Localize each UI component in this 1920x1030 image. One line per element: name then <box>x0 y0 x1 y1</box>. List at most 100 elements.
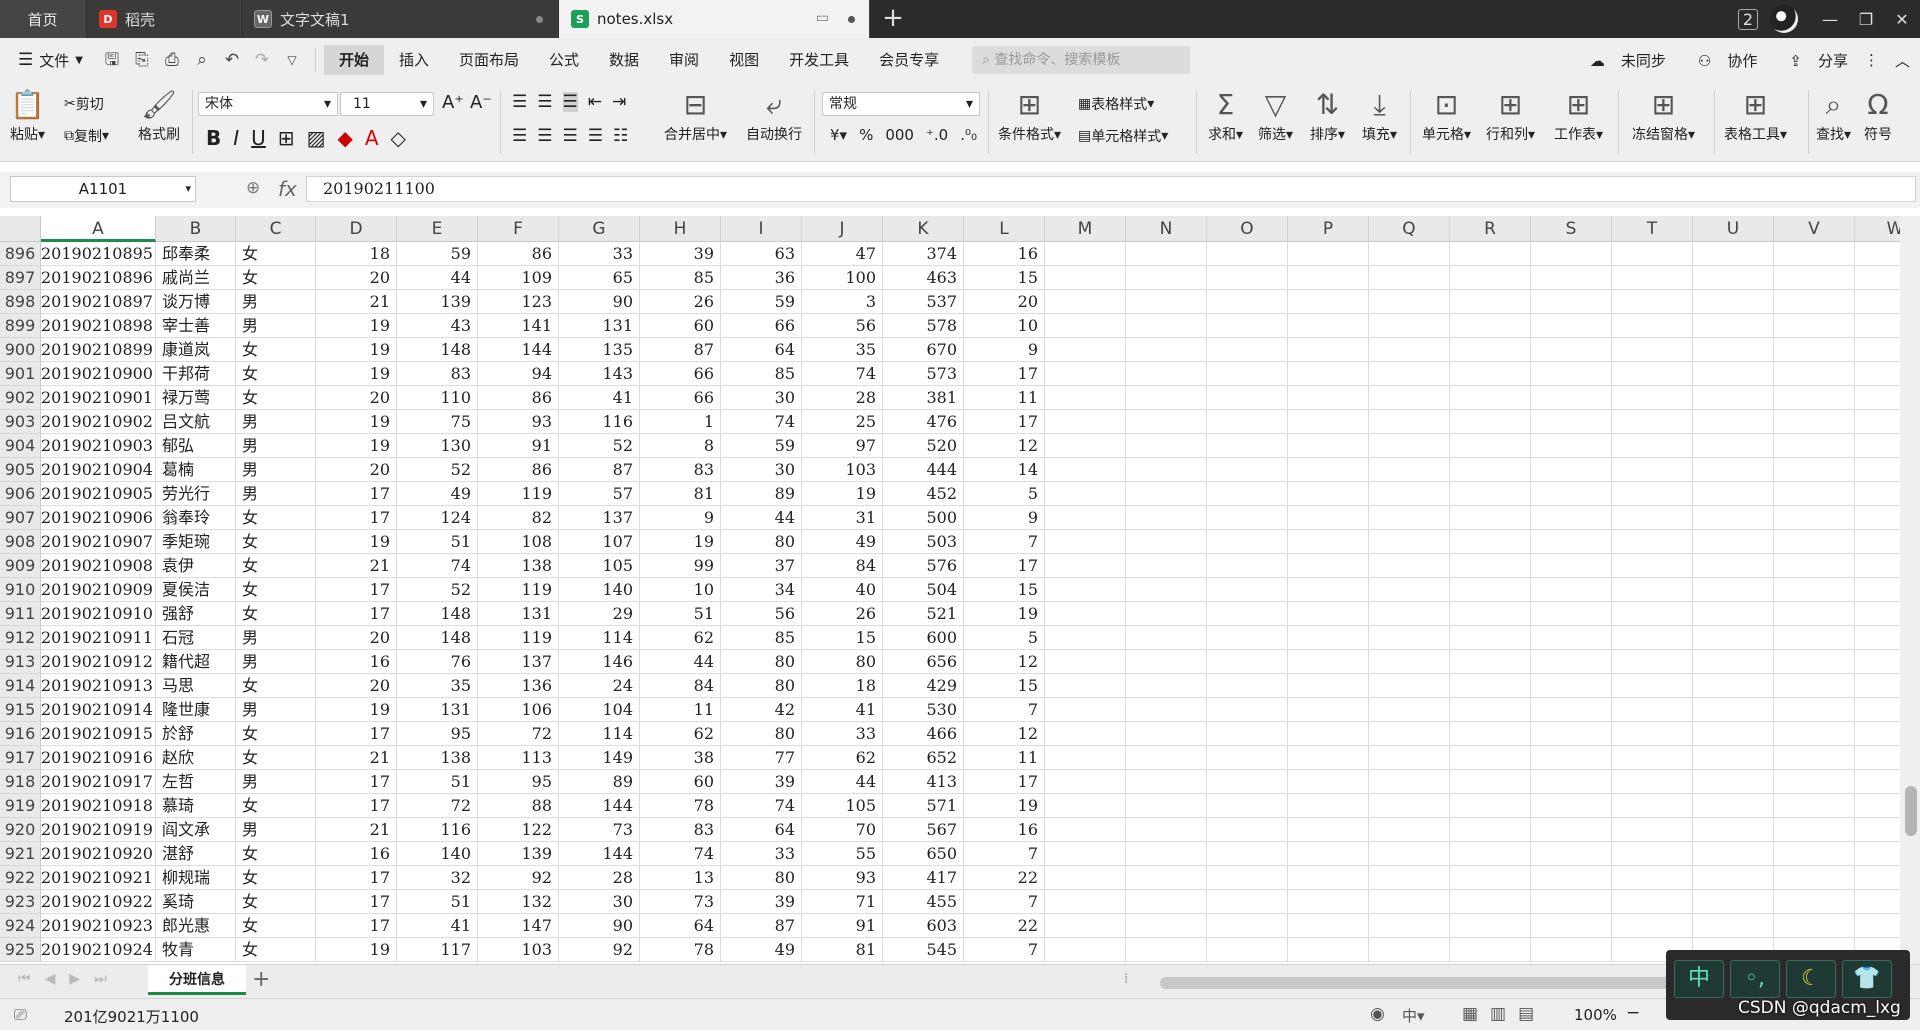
cell[interactable]: 20190210903 <box>41 434 156 458</box>
cell[interactable]: 71 <box>802 890 883 914</box>
cell[interactable]: 16 <box>316 842 397 866</box>
cell[interactable] <box>1369 698 1450 722</box>
worksheet-button[interactable]: ⊞ 工作表▾ <box>1554 88 1603 144</box>
cell[interactable] <box>1288 746 1369 770</box>
cell[interactable] <box>1612 482 1693 506</box>
cell[interactable]: 124 <box>397 506 478 530</box>
cell[interactable] <box>1693 482 1774 506</box>
cell[interactable]: 83 <box>640 818 721 842</box>
cell[interactable]: 138 <box>397 746 478 770</box>
cell[interactable] <box>1369 434 1450 458</box>
cell[interactable]: 138 <box>478 554 559 578</box>
underline-icon[interactable]: U <box>251 126 266 150</box>
cell[interactable]: 20190210905 <box>41 482 156 506</box>
fill-color-icon[interactable]: ◆ <box>337 126 352 150</box>
ime-moon-icon[interactable]: ☾ <box>1786 960 1836 998</box>
cell[interactable]: 104 <box>559 698 640 722</box>
cell[interactable] <box>1207 866 1288 890</box>
cell[interactable]: 60 <box>640 314 721 338</box>
cell[interactable]: 11 <box>964 386 1045 410</box>
cell[interactable] <box>1774 698 1855 722</box>
cell[interactable]: 103 <box>478 938 559 962</box>
row-header[interactable]: 907 <box>0 506 41 530</box>
font-color-icon[interactable]: A <box>365 126 379 150</box>
cell[interactable] <box>1612 338 1693 362</box>
row-header[interactable]: 908 <box>0 530 41 554</box>
cell[interactable] <box>1369 362 1450 386</box>
cell[interactable]: 劳光行 <box>156 482 236 506</box>
cell[interactable]: 30 <box>721 386 802 410</box>
cell[interactable] <box>1126 746 1207 770</box>
cell[interactable]: 男 <box>236 482 316 506</box>
cell[interactable] <box>1369 626 1450 650</box>
cell[interactable]: 20190210908 <box>41 554 156 578</box>
cell[interactable] <box>1612 362 1693 386</box>
cell[interactable]: 强舒 <box>156 602 236 626</box>
cell[interactable] <box>1531 722 1612 746</box>
cell[interactable] <box>1612 626 1693 650</box>
cell[interactable] <box>1450 434 1531 458</box>
cell[interactable]: 131 <box>559 314 640 338</box>
cell[interactable] <box>1288 698 1369 722</box>
cell[interactable]: 17 <box>316 914 397 938</box>
align-middle-icon[interactable]: ☰ <box>537 92 552 112</box>
cell[interactable]: 93 <box>802 866 883 890</box>
cell[interactable]: 65 <box>559 266 640 290</box>
cell[interactable] <box>1693 674 1774 698</box>
cell[interactable] <box>1612 458 1693 482</box>
cell[interactable]: 52 <box>397 578 478 602</box>
cell[interactable]: 86 <box>478 242 559 266</box>
cell[interactable]: 隆世康 <box>156 698 236 722</box>
tab-developer[interactable]: 开发工具 <box>774 45 864 75</box>
cell[interactable]: 82 <box>478 506 559 530</box>
cell[interactable] <box>1369 386 1450 410</box>
cell[interactable]: 17 <box>316 890 397 914</box>
cell[interactable]: 25 <box>802 410 883 434</box>
cell[interactable] <box>1369 458 1450 482</box>
cell[interactable]: 阎文承 <box>156 818 236 842</box>
row-header[interactable]: 924 <box>0 914 41 938</box>
cell[interactable]: 15 <box>964 674 1045 698</box>
cell[interactable]: 51 <box>640 602 721 626</box>
cell[interactable]: 1 <box>640 410 721 434</box>
cell[interactable] <box>1126 554 1207 578</box>
cell[interactable]: 106 <box>478 698 559 722</box>
tab-review[interactable]: 审阅 <box>654 45 714 75</box>
cell[interactable]: 81 <box>640 482 721 506</box>
cell[interactable]: 柳规瑞 <box>156 866 236 890</box>
cell[interactable] <box>1531 290 1612 314</box>
cell[interactable] <box>1693 506 1774 530</box>
cell[interactable]: 男 <box>236 290 316 314</box>
cell[interactable]: 石冠 <box>156 626 236 650</box>
cell[interactable]: 17 <box>316 602 397 626</box>
cell[interactable]: 149 <box>559 746 640 770</box>
align-center-icon[interactable]: ☰ <box>537 126 552 146</box>
cell[interactable]: 39 <box>640 242 721 266</box>
cell[interactable] <box>1531 602 1612 626</box>
cell[interactable] <box>1450 362 1531 386</box>
cell[interactable] <box>1126 530 1207 554</box>
cell[interactable] <box>1045 290 1126 314</box>
cell[interactable]: 429 <box>883 674 964 698</box>
cell[interactable] <box>1126 578 1207 602</box>
cell[interactable] <box>1693 866 1774 890</box>
cell[interactable]: 20190210900 <box>41 362 156 386</box>
cell[interactable]: 女 <box>236 266 316 290</box>
cell[interactable]: 17 <box>316 506 397 530</box>
input-method-icon[interactable]: 中▾ <box>1402 1005 1425 1026</box>
cell[interactable]: 117 <box>397 938 478 962</box>
cell[interactable]: 20190210916 <box>41 746 156 770</box>
cell[interactable]: 20190210921 <box>41 866 156 890</box>
row-header[interactable]: 922 <box>0 866 41 890</box>
row-header[interactable]: 904 <box>0 434 41 458</box>
cell[interactable]: 78 <box>640 794 721 818</box>
cell[interactable]: 20190210924 <box>41 938 156 962</box>
cell[interactable]: 656 <box>883 650 964 674</box>
wrap-text-button[interactable]: ⤶ 自动换行 <box>746 88 802 144</box>
cell[interactable] <box>1450 554 1531 578</box>
cell[interactable] <box>1207 890 1288 914</box>
cell[interactable] <box>1207 338 1288 362</box>
cell[interactable]: 30 <box>559 890 640 914</box>
cell[interactable]: 100 <box>802 266 883 290</box>
cell[interactable]: 女 <box>236 602 316 626</box>
